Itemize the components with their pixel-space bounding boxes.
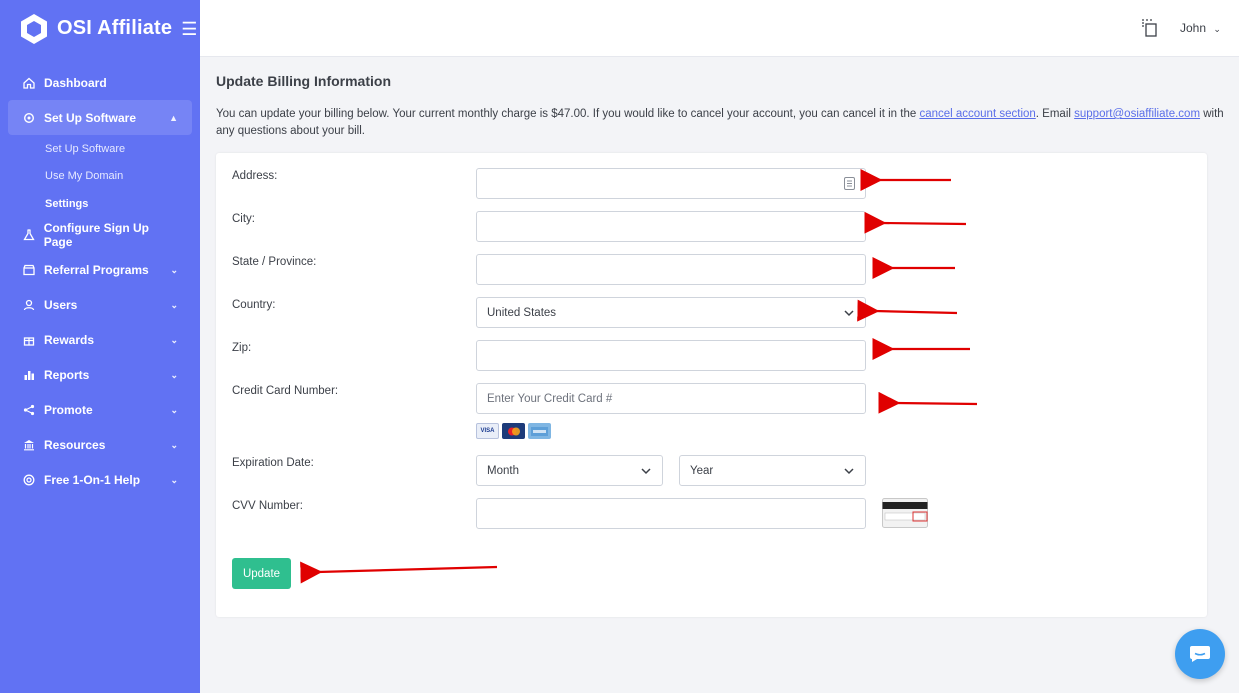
bar-chart-icon [22,368,36,382]
credit-card-field[interactable] [476,383,866,414]
year-value: Year [690,464,714,477]
month-value: Month [487,464,519,477]
chat-widget-button[interactable] [1175,629,1225,679]
cancel-account-link[interactable]: cancel account section [919,108,1035,120]
topbar: John ⌄ [200,0,1239,57]
sidebar-item-resources[interactable]: Resources ⌄ [8,428,192,463]
card-brands: VISA [476,423,551,439]
sidebar-item-label: Free 1-On-1 Help [44,473,141,487]
support-email-link[interactable]: support@osiaffiliate.com [1074,108,1200,120]
page-title: Update Billing Information [216,73,391,89]
workspace-switch-icon[interactable] [1141,19,1157,37]
chevron-down-icon: ⌄ [170,369,178,380]
zip-label: Zip: [232,342,252,354]
state-field[interactable] [476,254,866,285]
update-button[interactable]: Update [232,558,291,589]
chevron-down-icon [844,468,854,475]
expiration-label: Expiration Date: [232,457,314,469]
chevron-down-icon: ⌄ [170,404,178,415]
logo-icon [21,13,47,44]
submenu-set-up-software: Set Up Software Use My Domain Settings [8,135,192,218]
user-menu[interactable]: John ⌄ [1180,21,1221,35]
sidebar-item-set-up-software[interactable]: Set Up Software ▲ [8,100,192,135]
chevron-down-icon [641,468,651,475]
sidebar-item-label: Resources [44,438,106,452]
cvv-card-back-icon [882,498,928,528]
sidebar-item-promote[interactable]: Promote ⌄ [8,393,192,428]
country-value: United States [487,306,557,319]
sidebar-item-label: Users [44,298,78,312]
sidebar-item-reports[interactable]: Reports ⌄ [8,358,192,393]
chevron-up-icon: ▲ [169,112,178,123]
gift-icon [22,333,36,347]
sidebar-item-dashboard[interactable]: Dashboard [8,65,192,100]
country-label: Country: [232,299,276,311]
city-label: City: [232,213,255,225]
zip-field[interactable] [476,340,866,371]
gear-icon [22,111,36,125]
sidebar-item-label: Rewards [44,333,95,347]
lifebuoy-icon [22,473,36,487]
menu-toggle-icon[interactable]: ☰ [181,20,197,38]
sidebar-subitem-use-my-domain[interactable]: Use My Domain [45,163,192,191]
flask-icon [22,228,36,242]
chevron-down-icon [844,310,854,317]
expiration-month-select[interactable]: Month [476,455,663,486]
chevron-down-icon: ⌄ [170,299,178,310]
brand-name: OSI Affiliate [57,17,173,39]
sidebar-item-configure-sign-up-page[interactable]: Configure Sign Up Page [8,218,192,253]
store-icon [22,263,36,277]
expiration-year-select[interactable]: Year [679,455,866,486]
user-name: John [1180,21,1207,35]
cvv-label: CVV Number: [232,500,303,512]
bank-icon [22,438,36,452]
city-field[interactable] [476,211,866,242]
visa-card-icon: VISA [476,423,499,439]
sidebar-item-label: Referral Programs [44,263,149,277]
sidebar-subitem-settings[interactable]: Settings [45,190,192,218]
sidebar-item-free-help[interactable]: Free 1-On-1 Help ⌄ [8,463,192,498]
sidebar-item-label: Reports [44,368,90,382]
sidebar: OSI Affiliate ☰ Dashboard Set Up Softwar… [0,0,200,693]
contact-card-icon [844,177,855,190]
user-icon [22,298,36,312]
intro-text-part: You can update your billing below. Your … [216,108,920,120]
chevron-down-icon: ⌄ [170,474,178,485]
sidebar-item-label: Configure Sign Up Page [43,221,150,249]
chevron-down-icon: ⌄ [170,439,178,450]
address-field[interactable] [476,168,866,199]
sidebar-item-rewards[interactable]: Rewards ⌄ [8,323,192,358]
sidebar-item-label: Dashboard [44,75,107,90]
brand: OSI Affiliate ☰ [0,0,200,57]
credit-card-label: Credit Card Number: [232,385,339,397]
amex-card-icon [528,423,551,439]
address-label: Address: [232,170,278,182]
chevron-down-icon: ⌄ [1213,24,1221,34]
sidebar-item-referral-programs[interactable]: Referral Programs ⌄ [8,253,192,288]
sidebar-item-label: Set Up Software [44,110,137,125]
state-label: State / Province: [232,256,317,268]
home-icon [22,76,36,90]
intro-text: You can update your billing below. Your … [216,106,1226,140]
intro-text-part: . Email [1035,108,1075,120]
cvv-field[interactable] [476,498,866,529]
sidebar-item-label: Promote [44,403,93,417]
share-icon [22,403,36,417]
sidebar-subitem-set-up-software[interactable]: Set Up Software [45,135,192,163]
chat-bubble-icon [1190,646,1210,662]
chevron-down-icon: ⌄ [170,264,178,275]
sidebar-item-users[interactable]: Users ⌄ [8,288,192,323]
chevron-down-icon: ⌄ [170,334,178,345]
country-select[interactable]: United States [476,297,866,328]
mastercard-card-icon [502,423,525,439]
sidebar-nav: Dashboard Set Up Software ▲ Set Up Softw… [0,65,200,498]
